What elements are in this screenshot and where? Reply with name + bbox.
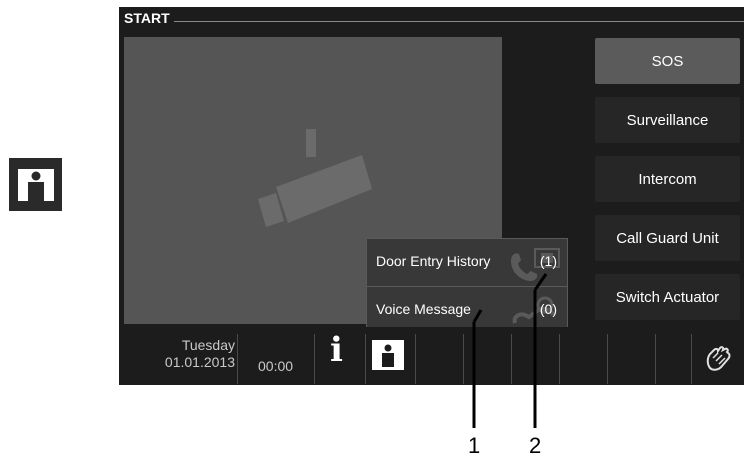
- call-guard-unit-button[interactable]: Call Guard Unit: [595, 215, 740, 261]
- status-separator: [655, 334, 656, 384]
- status-separator: [559, 334, 560, 384]
- camera-icon: [258, 129, 372, 227]
- info-icon[interactable]: i: [330, 330, 343, 370]
- status-separator: [463, 334, 464, 384]
- time-label: 00:00: [258, 358, 294, 374]
- status-separator: [415, 334, 416, 384]
- date-display: Tuesday 01.01.2013: [139, 337, 235, 371]
- door-entry-count: (1): [539, 253, 557, 269]
- surveillance-button-label: Surveillance: [626, 111, 709, 129]
- touch-hand-icon[interactable]: [704, 344, 732, 372]
- status-separator: [511, 334, 512, 384]
- intercom-button[interactable]: Intercom: [595, 156, 740, 202]
- standalone-user-icon: [9, 158, 62, 211]
- callout-label-1: 1: [468, 433, 481, 458]
- door-entry-history-label: Door Entry History: [376, 253, 491, 269]
- intercom-screen: START SOS Surveillance Intercom Call Gua…: [119, 7, 744, 385]
- intercom-button-label: Intercom: [638, 170, 697, 188]
- sos-button-label: SOS: [651, 52, 684, 70]
- day-label: Tuesday: [181, 337, 235, 353]
- history-popup: Door Entry History (1) Voice Message (0): [366, 238, 568, 335]
- title-bar: START: [119, 7, 744, 29]
- surveillance-button[interactable]: Surveillance: [595, 97, 740, 143]
- door-entry-history-item[interactable]: Door Entry History (1): [367, 239, 567, 285]
- status-separator: [365, 334, 366, 384]
- switch-actuator-button-label: Switch Actuator: [615, 288, 720, 306]
- voice-message-label: Voice Message: [376, 301, 471, 317]
- switch-actuator-button[interactable]: Switch Actuator: [595, 274, 740, 320]
- callout-label-2: 2: [529, 433, 542, 458]
- page-title: START: [124, 10, 170, 26]
- date-label: 01.01.2013: [164, 354, 235, 370]
- status-separator: [314, 334, 315, 384]
- status-separator: [691, 334, 692, 384]
- call-guard-unit-button-label: Call Guard Unit: [616, 229, 719, 247]
- status-separator: [237, 334, 238, 384]
- title-divider: [174, 21, 744, 22]
- voice-message-count: (0): [539, 301, 557, 317]
- status-bar: Tuesday 01.01.2013 00:00 i: [119, 327, 744, 385]
- status-separator: [607, 334, 608, 384]
- user-icon[interactable]: [372, 340, 404, 370]
- sos-button[interactable]: SOS: [595, 38, 740, 84]
